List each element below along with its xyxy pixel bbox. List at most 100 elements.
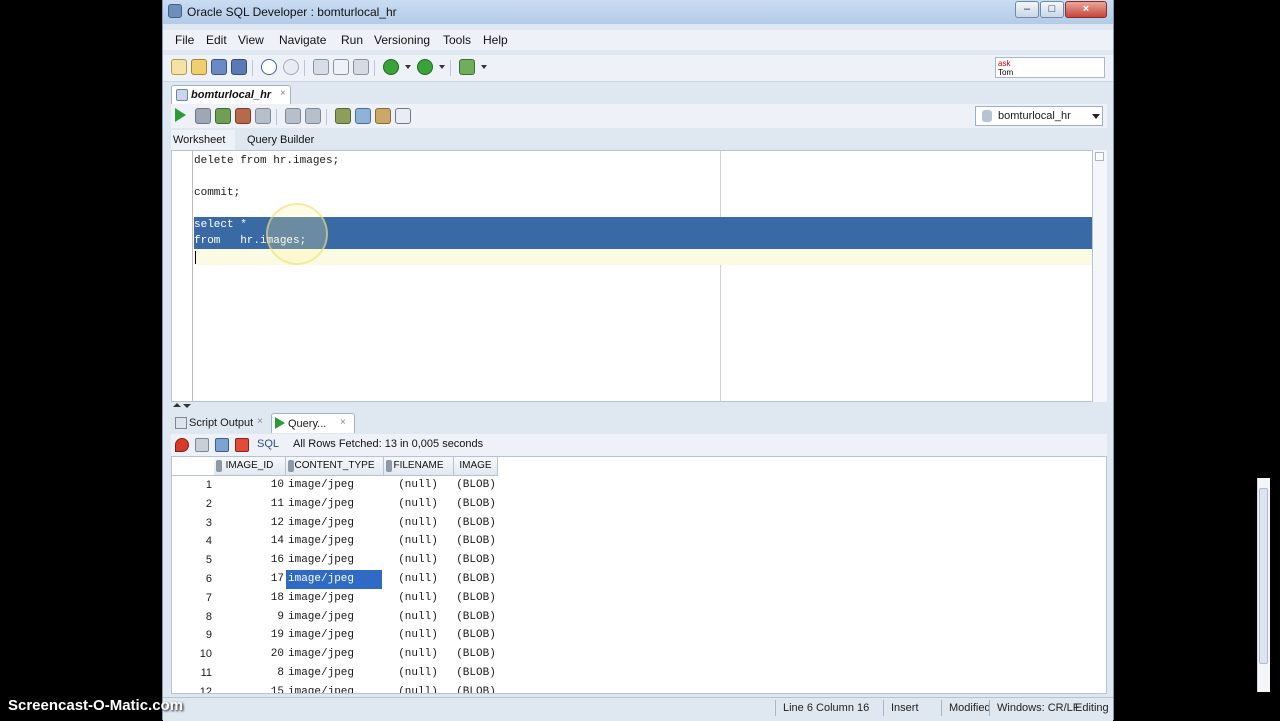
- cell-image[interactable]: (BLOB): [454, 570, 498, 589]
- connection-select[interactable]: bomturlocal_hr: [975, 106, 1103, 126]
- tab-query-builder[interactable]: Query Builder: [247, 134, 314, 146]
- cell-filename[interactable]: (null): [384, 645, 452, 664]
- row-number[interactable]: 1: [172, 476, 212, 495]
- cell-image[interactable]: (BLOB): [454, 664, 498, 683]
- sql-tuning-icon[interactable]: [335, 108, 351, 124]
- column-header-image-id[interactable]: IMAGE_ID: [214, 457, 286, 476]
- cell-content-type[interactable]: image/jpeg: [286, 608, 382, 627]
- close-button[interactable]: ×: [1065, 1, 1107, 18]
- save-icon[interactable]: [211, 59, 227, 75]
- row-number[interactable]: 7: [172, 589, 212, 608]
- forward-dropdown-icon[interactable]: [439, 65, 445, 69]
- sql-editor[interactable]: delete from hr.images; commit; select * …: [171, 150, 1093, 402]
- cell-filename[interactable]: (null): [384, 476, 452, 495]
- cell-content-type[interactable]: image/jpeg: [286, 626, 382, 645]
- split-editor-icon[interactable]: [1095, 152, 1104, 161]
- minimize-button[interactable]: –: [1015, 1, 1039, 18]
- cell-content-type[interactable]: image/jpeg: [286, 645, 382, 664]
- table-row[interactable]: 10 20 image/jpeg (null) (BLOB): [172, 645, 502, 664]
- maximize-button[interactable]: □: [1040, 1, 1064, 18]
- row-number[interactable]: 12: [172, 683, 212, 693]
- cut-icon[interactable]: [313, 59, 329, 75]
- tab-script-output[interactable]: Script Output ×: [171, 413, 269, 433]
- menu-file[interactable]: File: [175, 33, 194, 47]
- row-number[interactable]: 2: [172, 495, 212, 514]
- row-number[interactable]: 8: [172, 608, 212, 627]
- cell-filename[interactable]: (null): [384, 495, 452, 514]
- run-script-icon[interactable]: [195, 108, 211, 124]
- cell-content-type[interactable]: image/jpeg: [286, 532, 382, 551]
- run-statement-icon[interactable]: [175, 108, 186, 122]
- cell-image-id[interactable]: 14: [214, 532, 284, 551]
- redo-icon[interactable]: [283, 59, 299, 75]
- cell-image-id[interactable]: 9: [214, 608, 284, 627]
- row-number[interactable]: 9: [172, 626, 212, 645]
- cell-image[interactable]: (BLOB): [454, 514, 498, 533]
- cell-content-type[interactable]: image/jpeg: [286, 683, 382, 693]
- column-header-filename[interactable]: FILENAME: [384, 457, 454, 476]
- row-number[interactable]: 5: [172, 551, 212, 570]
- cell-filename[interactable]: (null): [384, 664, 452, 683]
- cell-image-id[interactable]: 17: [214, 570, 284, 589]
- autotrace-icon[interactable]: [305, 108, 321, 124]
- print-icon[interactable]: [195, 438, 209, 452]
- table-row[interactable]: 12 15 image/jpeg (null) (BLOB): [172, 683, 502, 693]
- table-row[interactable]: 3 12 image/jpeg (null) (BLOB): [172, 514, 502, 533]
- explain-plan-icon[interactable]: [285, 108, 301, 124]
- cell-filename[interactable]: (null): [384, 683, 452, 693]
- table-row[interactable]: 4 14 image/jpeg (null) (BLOB): [172, 532, 502, 551]
- cell-image-id[interactable]: 20: [214, 645, 284, 664]
- menu-run[interactable]: Run: [341, 33, 363, 47]
- tab-bomturlocal-hr[interactable]: bomturlocal_hr ×: [171, 85, 291, 104]
- forward-icon[interactable]: [417, 59, 433, 75]
- menu-navigate[interactable]: Navigate: [279, 33, 326, 47]
- row-number[interactable]: 4: [172, 532, 212, 551]
- open-icon[interactable]: [191, 59, 207, 75]
- history-icon[interactable]: [395, 108, 411, 124]
- tab-query-result[interactable]: Query... ×: [271, 413, 355, 433]
- cell-content-type[interactable]: image/jpeg: [286, 664, 382, 683]
- cell-image-id[interactable]: 16: [214, 551, 284, 570]
- table-row[interactable]: 2 11 image/jpeg (null) (BLOB): [172, 495, 502, 514]
- cell-image[interactable]: (BLOB): [454, 476, 498, 495]
- cell-image-id[interactable]: 18: [214, 589, 284, 608]
- column-header-content-type[interactable]: CONTENT_TYPE: [286, 457, 384, 476]
- cell-image-id[interactable]: 10: [214, 476, 284, 495]
- table-row[interactable]: 6 17 image/jpeg (null) (BLOB): [172, 570, 502, 589]
- freeze-view-icon[interactable]: [235, 438, 249, 452]
- table-row[interactable]: 11 8 image/jpeg (null) (BLOB): [172, 664, 502, 683]
- save-all-icon[interactable]: [231, 59, 247, 75]
- cell-filename[interactable]: (null): [384, 608, 452, 627]
- cell-content-type[interactable]: image/jpeg: [286, 551, 382, 570]
- ask-tom-search[interactable]: ask Tom: [995, 57, 1105, 78]
- grid-scrollbar[interactable]: [1257, 478, 1270, 692]
- cancel-icon[interactable]: [255, 108, 271, 124]
- table-row[interactable]: 5 16 image/jpeg (null) (BLOB): [172, 551, 502, 570]
- pin-icon[interactable]: [175, 438, 189, 452]
- cell-content-type[interactable]: image/jpeg: [286, 514, 382, 533]
- table-row[interactable]: 8 9 image/jpeg (null) (BLOB): [172, 608, 502, 627]
- cell-image[interactable]: (BLOB): [454, 608, 498, 627]
- sql-link[interactable]: SQL: [257, 438, 279, 450]
- menu-view[interactable]: View: [238, 33, 264, 47]
- cell-filename[interactable]: (null): [384, 626, 452, 645]
- cell-content-type[interactable]: image/jpeg: [286, 495, 382, 514]
- rollback-icon[interactable]: [235, 108, 251, 124]
- refresh-icon[interactable]: [215, 438, 229, 452]
- menu-tools[interactable]: Tools: [443, 33, 471, 47]
- back-dropdown-icon[interactable]: [405, 65, 411, 69]
- copy-icon[interactable]: [333, 59, 349, 75]
- commit-icon[interactable]: [215, 108, 231, 124]
- run-tool-icon[interactable]: [459, 59, 475, 75]
- menu-edit[interactable]: Edit: [206, 33, 227, 47]
- back-icon[interactable]: [383, 59, 399, 75]
- new-icon[interactable]: [171, 59, 187, 75]
- collapse-up-icon[interactable]: [173, 403, 181, 407]
- cell-image[interactable]: (BLOB): [454, 626, 498, 645]
- row-number[interactable]: 3: [172, 514, 212, 533]
- cell-image-id[interactable]: 8: [214, 664, 284, 683]
- clear-icon[interactable]: [375, 108, 391, 124]
- cell-content-type[interactable]: image/jpeg: [286, 476, 382, 495]
- cell-image-id[interactable]: 15: [214, 683, 284, 693]
- cell-image[interactable]: (BLOB): [454, 551, 498, 570]
